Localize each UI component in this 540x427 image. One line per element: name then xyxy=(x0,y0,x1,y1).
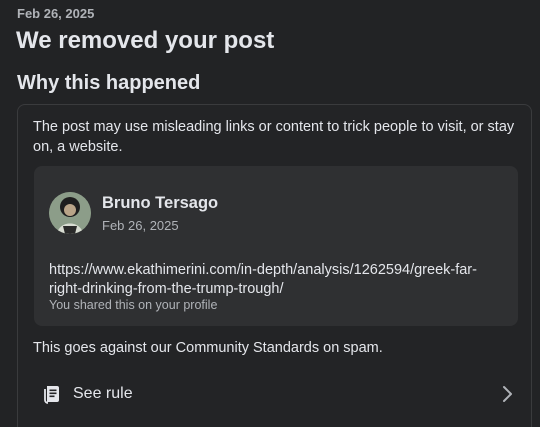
avatar xyxy=(49,192,91,234)
shared-note: You shared this on your profile xyxy=(49,298,218,312)
see-rule-label: See rule xyxy=(73,385,133,402)
chevron-right-icon xyxy=(500,385,514,403)
see-rule-button[interactable]: See rule xyxy=(26,375,516,413)
post-date: Feb 26, 2025 xyxy=(102,218,179,233)
section-heading: Why this happened xyxy=(17,72,201,94)
notice-date: Feb 26, 2025 xyxy=(17,6,95,21)
post-preview: Bruno Tersago Feb 26, 2025 https://www.e… xyxy=(34,166,518,326)
reason-card: The post may use misleading links or con… xyxy=(17,104,532,427)
rule-book-icon xyxy=(40,383,62,405)
post-link[interactable]: https://www.ekathimerini.com/in-depth/an… xyxy=(49,261,509,299)
reason-text: The post may use misleading links or con… xyxy=(33,119,515,155)
community-standard-text: This goes against our Community Standard… xyxy=(33,340,383,356)
post-author[interactable]: Bruno Tersago xyxy=(102,194,218,213)
removed-post-notice: Feb 26, 2025 We removed your post Why th… xyxy=(0,0,540,427)
avatar-image xyxy=(49,192,91,234)
page-title: We removed your post xyxy=(16,27,275,54)
